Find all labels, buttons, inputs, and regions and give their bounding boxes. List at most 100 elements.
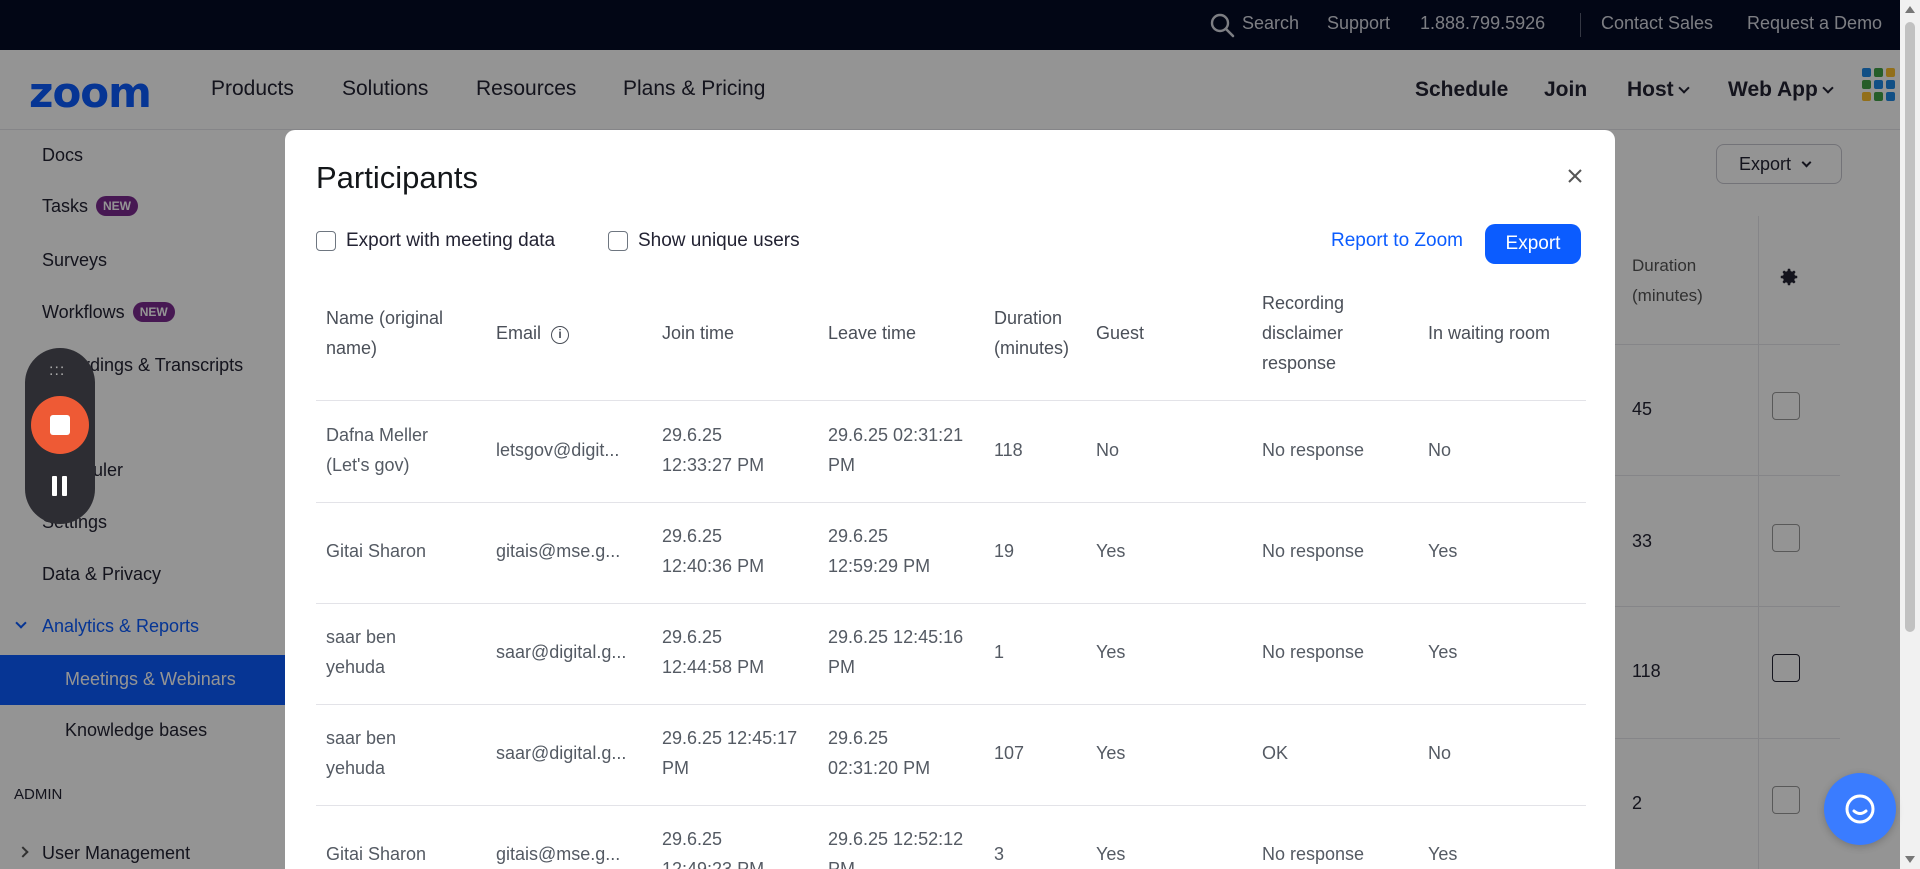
recording-widget: ::: bbox=[25, 348, 95, 524]
table-divider bbox=[316, 603, 1586, 604]
participant-leave-time: 29.6.25 12:52:12 PM bbox=[828, 824, 963, 869]
join-time-line1: 29.6.25 12:45:17 bbox=[662, 728, 798, 748]
participant-recording-response: OK bbox=[1262, 743, 1289, 763]
column-header-duration[interactable]: Duration (minutes) bbox=[994, 303, 1069, 363]
participant-duration: 107 bbox=[994, 743, 1025, 763]
join-time-line2: 12:49:23 PM bbox=[662, 859, 765, 869]
participant-email: saar@digital.g... bbox=[496, 743, 627, 763]
scrollbar-thumb[interactable] bbox=[1905, 22, 1915, 632]
participant-join-time: 29.6.25 12:40:36 PM bbox=[662, 521, 764, 581]
leave-time-line2: 02:31:20 PM bbox=[828, 758, 931, 778]
join-time-line1: 29.6.25 bbox=[662, 627, 723, 647]
participant-name-line1: Gitai Sharon bbox=[326, 541, 427, 561]
export-with-meeting-data-option[interactable]: Export with meeting data bbox=[316, 230, 555, 252]
column-header-join-time[interactable]: Join time bbox=[662, 318, 734, 348]
leave-time-line1: 29.6.25 bbox=[828, 728, 889, 748]
join-time-line1: 29.6.25 bbox=[662, 526, 723, 546]
participant-recording-response: No response bbox=[1262, 440, 1365, 460]
scroll-up-icon[interactable] bbox=[1905, 6, 1915, 13]
participant-recording-response: No response bbox=[1262, 541, 1365, 561]
participant-waiting-room: Yes bbox=[1428, 642, 1458, 662]
column-header-name-line1: Name (original bbox=[326, 308, 444, 328]
participant-waiting-room: Yes bbox=[1428, 541, 1458, 561]
leave-time-line2: PM bbox=[828, 859, 855, 869]
column-header-duration-line1: Duration bbox=[994, 308, 1063, 328]
participant-email: saar@digital.g... bbox=[496, 642, 627, 662]
table-divider bbox=[316, 805, 1586, 806]
export-with-meeting-data-label: Export with meeting data bbox=[346, 230, 556, 251]
participant-guest: Yes bbox=[1096, 541, 1126, 561]
participant-recording-response: No response bbox=[1262, 844, 1365, 864]
pause-icon[interactable] bbox=[51, 476, 69, 496]
participant-join-time: 29.6.25 12:33:27 PM bbox=[662, 420, 764, 480]
participant-email: letsgov@digit... bbox=[496, 440, 620, 460]
column-header-waiting-room[interactable]: In waiting room bbox=[1428, 318, 1550, 348]
participant-duration: 3 bbox=[994, 844, 1005, 864]
show-unique-users-checkbox[interactable] bbox=[608, 231, 628, 251]
table-divider bbox=[316, 502, 1586, 503]
table-divider bbox=[316, 704, 1586, 705]
participant-name-line2: yehuda bbox=[326, 758, 386, 778]
chat-button[interactable] bbox=[1824, 773, 1896, 845]
participant-waiting-room: No bbox=[1428, 743, 1452, 763]
modal-title: Participants bbox=[316, 160, 478, 195]
column-header-recording-line3: response bbox=[1262, 353, 1337, 373]
participant-email: gitais@mse.g... bbox=[496, 844, 621, 864]
column-header-name[interactable]: Name (original name) bbox=[326, 303, 443, 363]
participant-guest: Yes bbox=[1096, 743, 1126, 763]
participant-guest: No bbox=[1096, 440, 1120, 460]
participant-duration: 19 bbox=[994, 541, 1015, 561]
participant-name-line2: yehuda bbox=[326, 657, 386, 677]
join-time-line2: PM bbox=[662, 758, 689, 778]
participant-waiting-room: No bbox=[1428, 440, 1452, 460]
join-time-line1: 29.6.25 bbox=[662, 425, 723, 445]
leave-time-line2: 12:59:29 PM bbox=[828, 556, 931, 576]
info-icon[interactable]: i bbox=[551, 326, 570, 344]
report-to-zoom-link[interactable]: Report to Zoom bbox=[1331, 230, 1463, 252]
participant-recording-response: No response bbox=[1262, 642, 1365, 662]
join-time-line1: 29.6.25 bbox=[662, 829, 723, 849]
export-with-meeting-data-checkbox[interactable] bbox=[316, 231, 336, 251]
column-header-recording-disclaimer[interactable]: Recording disclaimer response bbox=[1262, 288, 1344, 378]
column-header-guest[interactable]: Guest bbox=[1096, 318, 1144, 348]
participant-waiting-room: Yes bbox=[1428, 844, 1458, 864]
participant-leave-time: 29.6.25 12:45:16 PM bbox=[828, 622, 963, 682]
stop-recording-button[interactable] bbox=[31, 396, 89, 454]
participant-email: gitais@mse.g... bbox=[496, 541, 621, 561]
participant-duration: 1 bbox=[994, 642, 1005, 662]
participant-duration: 118 bbox=[994, 440, 1023, 460]
participants-modal: Participants Export with meeting data Sh… bbox=[285, 130, 1615, 869]
close-icon[interactable] bbox=[1564, 165, 1586, 187]
participant-name: saar ben yehuda bbox=[326, 723, 396, 783]
participant-name-line1: Dafna Meller bbox=[326, 425, 429, 445]
chat-icon bbox=[1845, 794, 1875, 824]
leave-time-line1: 29.6.25 bbox=[828, 526, 889, 546]
participant-join-time: 29.6.25 12:44:58 PM bbox=[662, 622, 764, 682]
column-header-name-line2: name) bbox=[326, 338, 378, 358]
column-header-leave-time[interactable]: Leave time bbox=[828, 318, 916, 348]
drag-handle-icon[interactable]: ::: bbox=[49, 362, 65, 380]
show-unique-users-label: Show unique users bbox=[638, 230, 800, 251]
export-button[interactable]: Export bbox=[1485, 224, 1581, 264]
leave-time-line1: 29.6.25 12:52:12 bbox=[828, 829, 964, 849]
join-time-line2: 12:40:36 PM bbox=[662, 556, 765, 576]
participant-name-line1: Gitai Sharon bbox=[326, 844, 427, 864]
join-time-line2: 12:44:58 PM bbox=[662, 657, 765, 677]
participant-name: Gitai Sharon bbox=[326, 536, 426, 566]
participant-guest: Yes bbox=[1096, 642, 1126, 662]
leave-time-line2: PM bbox=[828, 657, 855, 677]
participant-leave-time: 29.6.25 12:59:29 PM bbox=[828, 521, 930, 581]
column-header-email-label: Email bbox=[496, 323, 542, 343]
column-header-duration-line2: (minutes) bbox=[994, 338, 1070, 358]
column-header-email[interactable]: Email i bbox=[496, 318, 570, 348]
participant-leave-time: 29.6.25 02:31:20 PM bbox=[828, 723, 930, 783]
participant-name: Dafna Meller (Let's gov) bbox=[326, 420, 428, 480]
show-unique-users-option[interactable]: Show unique users bbox=[608, 230, 800, 252]
column-header-recording-line1: Recording bbox=[1262, 293, 1345, 313]
participant-leave-time: 29.6.25 02:31:21 PM bbox=[828, 420, 963, 480]
table-divider bbox=[316, 400, 1586, 401]
scroll-down-icon[interactable] bbox=[1905, 856, 1915, 863]
participant-name-line1: saar ben bbox=[326, 627, 397, 647]
participant-guest: Yes bbox=[1096, 844, 1126, 864]
participant-join-time: 29.6.25 12:45:17 PM bbox=[662, 723, 797, 783]
